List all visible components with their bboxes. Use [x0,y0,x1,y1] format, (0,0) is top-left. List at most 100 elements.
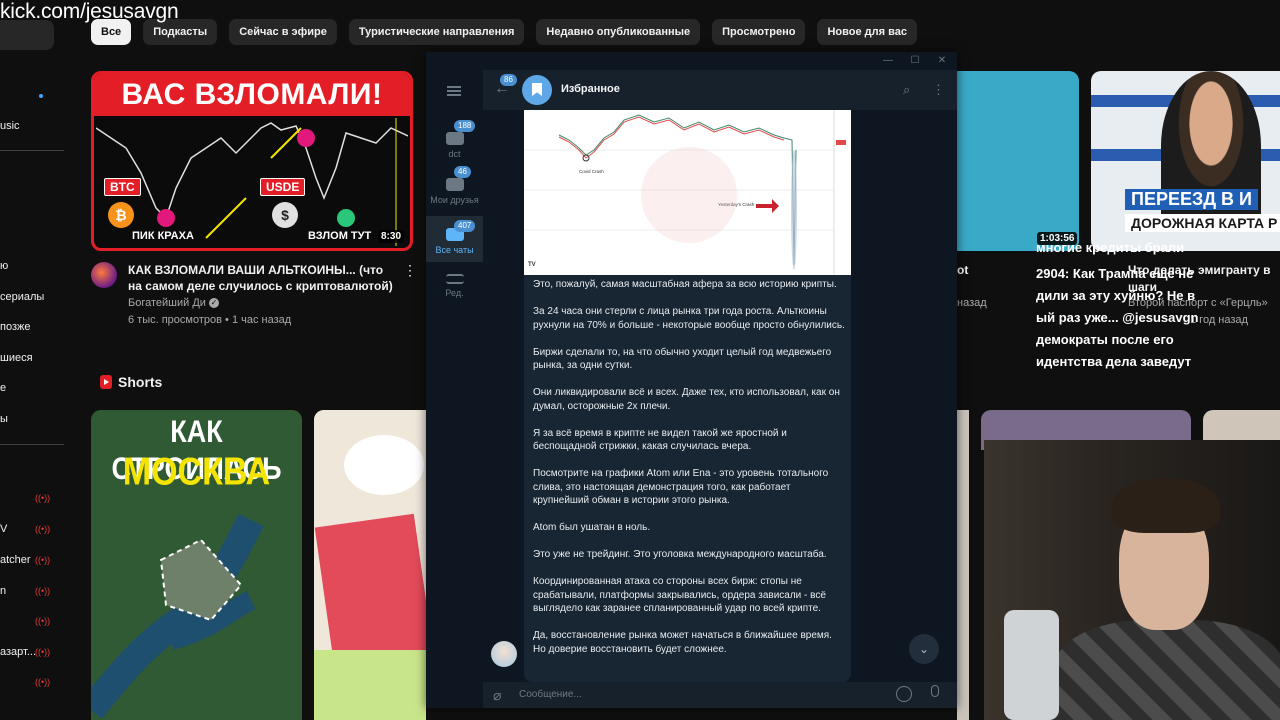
search-box-remnant[interactable] [0,20,54,50]
sidebar-divider [0,150,64,151]
sidebar-divider [0,444,64,445]
message-paragraph: Координированная атака со стороны всех б… [533,576,826,614]
message-paragraph: Да, восстановление рынка может начаться … [533,630,832,655]
message-paragraph: Это, пожалуй, самая масштабная афера за … [533,279,837,290]
thumb-label-peak: ПИК КРАХА [132,230,194,242]
message-area: Covid Crash Yesterday's Crash TV Это, по… [483,110,957,682]
chevron-down-icon[interactable]: ⌄ [909,634,939,664]
thumbnail-candles [96,118,408,246]
attached-chart-image[interactable]: Covid Crash Yesterday's Crash TV [524,110,851,275]
btc-badge: BTC [104,178,141,196]
video-duration: 8:30 [377,230,404,243]
shorts-icon [100,375,112,389]
microphone-icon[interactable] [931,685,939,697]
more-options-icon[interactable]: ⋮ [403,262,417,279]
paperclip-icon[interactable]: ⌀ [493,687,501,704]
message-paragraph: Я за всё время в крипте не видел такой ж… [533,427,787,453]
folder-edit[interactable]: Ред. [426,274,483,310]
message-input[interactable]: Сообщение... [519,689,582,700]
live-icon: ((•)) [35,677,51,687]
sidebar-sub-n[interactable]: n [0,585,6,597]
sidebar-item-later[interactable]: позже [0,321,30,333]
sidebar-item-series[interactable]: сериалы [0,291,44,303]
video-thumbnail-right1[interactable] [957,71,1079,251]
verified-icon: ✓ [209,298,219,309]
telegram-window: — ☐ ✕ 188 dct 46 Мои друзья 407 Все чаты… [426,52,957,708]
thumbnail-banner: ВАС ВЗЛОМАЛИ! [94,74,410,116]
chip-watched[interactable]: Просмотрено [712,19,806,45]
chip-live[interactable]: Сейчас в эфире [229,19,337,45]
webcam-overlay [984,440,1280,720]
message-paragraph: Они ликвидировали всё и всех. Даже тех, … [533,387,840,412]
thumb2-title: ПЕРЕЕЗД В И [1125,189,1258,210]
message-bubble: Covid Crash Yesterday's Crash TV Это, по… [524,110,851,682]
more-icon[interactable]: ⋮ [932,82,945,98]
sidebar-item-liked[interactable]: шиеся [0,352,33,364]
search-icon[interactable]: ⌕ [903,82,910,98]
sidebar-item-2[interactable]: ю [0,260,8,272]
video-meta: 6 тыс. просмотров • 1 час назад [128,314,292,326]
live-icon: ((•)) [35,493,51,503]
chip-new[interactable]: Новое для вас [817,19,917,45]
usde-badge: USDE [260,178,306,196]
folder-icon [445,178,464,191]
video-title[interactable]: КАК ВЗЛОМАЛИ ВАШИ АЛЬТКОИНЫ... (что на с… [128,262,398,294]
channel-avatar[interactable] [91,262,117,288]
chart-label-covid: Covid Crash [579,169,604,174]
message-paragraph: Биржи сделали то, на что обычно уходит ц… [533,346,832,372]
channel-name-text[interactable]: Богатейший Ди [128,297,206,309]
close-icon[interactable]: ✕ [935,54,949,68]
message-paragraph: За 24 часа они стерли с лица рынка три г… [533,306,845,331]
short-title-line2: МОСКВА [122,450,271,494]
sidebar-sub-azart[interactable]: азарт... [0,646,36,658]
short-card-food[interactable] [314,410,426,720]
webcam-person-shirt [1054,620,1280,720]
filter-chips: Все Подкасты Сейчас в эфире Туристически… [91,19,917,45]
shorts-heading-text: Shorts [118,374,163,390]
sidebar-sub-atcher[interactable]: atcher [0,554,31,566]
chip-travel[interactable]: Туристические направления [348,19,525,45]
thumb2-subtitle: ДОРОЖНАЯ КАРТА Р [1125,214,1280,232]
live-icon: ((•)) [35,586,51,596]
folder-count: 407 [454,220,476,232]
sidebar-item-e[interactable]: е [0,382,6,394]
video-thumbnail-right2[interactable]: ПЕРЕЕЗД В И ДОРОЖНАЯ КАРТА Р [1091,71,1280,251]
message-paragraph: Atom был ушатан в ноль. [533,522,651,533]
food-image [314,410,426,720]
live-icon: ((•)) [35,555,51,565]
minimize-icon[interactable]: — [881,54,895,68]
window-titlebar: — ☐ ✕ [426,52,957,70]
short-card-moscow[interactable]: КАК СТРОИЛАСЬ МОСКВА [91,410,302,720]
message-paragraph: Посмотрите на графики Atom или Ena - это… [533,468,829,506]
menu-icon[interactable] [447,86,461,96]
live-icon: ((•)) [35,647,51,657]
right1-meta: назад [957,297,987,309]
bookmark-icon[interactable] [522,75,552,105]
chat-title[interactable]: Избранное [561,83,620,95]
youtube-sidebar: usic ю сериалы позже шиеся е ы ((•)) V (… [0,0,66,720]
video-thumbnail[interactable]: ВАС ВЗЛОМАЛИ! BTC USDE ₿ $ ПИК КРАХА ВЗЛ… [91,71,413,251]
sidebar-sub-v[interactable]: V [0,523,7,535]
sidebar-item-music[interactable]: usic [0,120,20,132]
folder-label: dct [448,149,461,159]
dollar-coin-icon: $ [272,202,298,228]
sidebar-item-y[interactable]: ы [0,413,8,425]
chip-recent[interactable]: Недавно опубликованные [536,19,701,45]
chat-header: ← 86 Избранное ⌕ ⋮ [483,70,957,110]
stream-watermark: kick.com/jesusavgn [0,0,179,23]
right1-title[interactable]: ot [957,263,968,277]
folder-rail: 188 dct 46 Мои друзья 407 Все чаты Ред. [426,70,483,708]
folder-label: Мои друзья [430,195,479,205]
folder-all-chats[interactable]: 407 Все чаты [426,216,483,262]
folder-label: Ред. [445,288,464,298]
channel-name[interactable]: Богатейший Ди ✓ [128,297,219,309]
short-card-right1[interactable] [957,410,969,720]
emoji-icon[interactable] [896,686,912,702]
folder-icon [445,132,464,145]
maximize-icon[interactable]: ☐ [908,54,922,68]
chat-line: дили за эту хуйню? Не в [1036,288,1196,303]
new-content-dot [39,94,43,98]
crypto-chart-graphic: Covid Crash Yesterday's Crash TV [524,110,851,275]
sender-avatar[interactable] [491,641,517,667]
chat-line: демократы после его [1036,332,1174,347]
